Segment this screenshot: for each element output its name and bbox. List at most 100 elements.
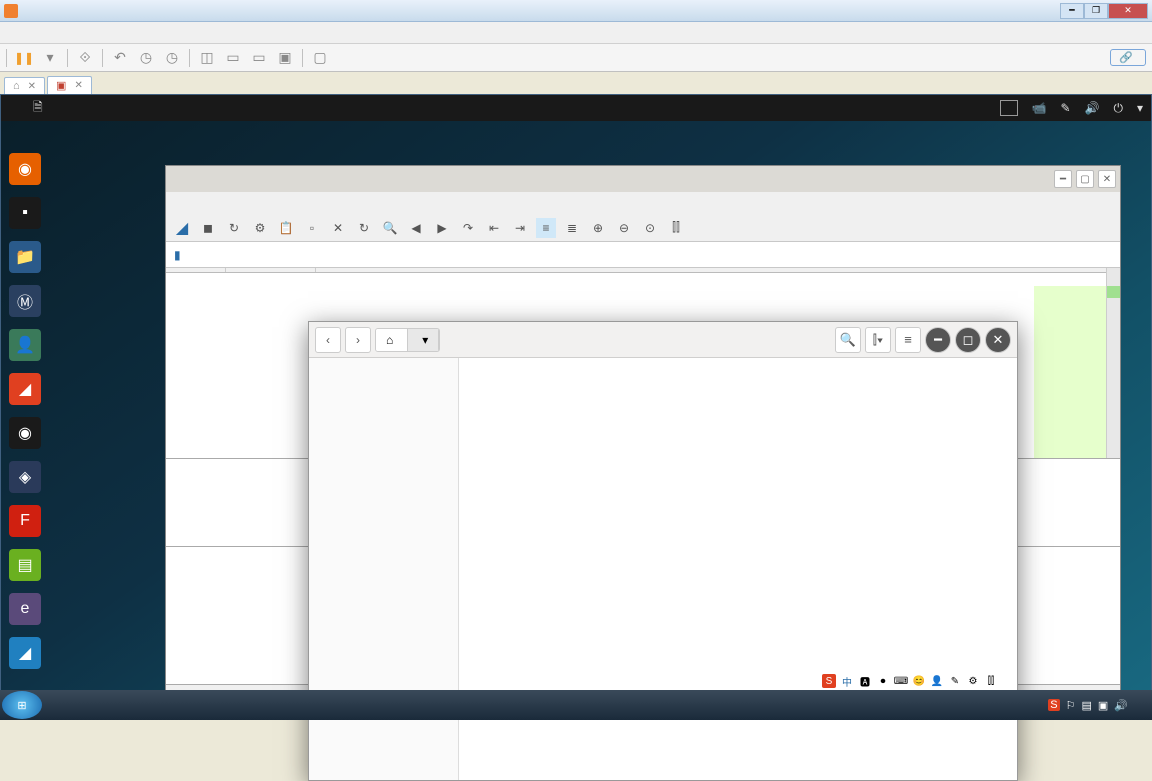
vmware-toolbar: ❚❚ ▾ ⟐ ↶ ◷ ◷ ◫ ▭ ▭ ▣ ▢ 🔗 [0,44,1152,72]
dock-zenmap-icon[interactable]: ◈ [9,461,41,493]
last-icon[interactable]: ⇥ [510,218,530,238]
back-icon[interactable]: ◀ [406,218,426,238]
unity-icon[interactable]: ▭ [224,49,242,67]
goto-icon[interactable]: ↷ [458,218,478,238]
forward-icon[interactable]: ▶ [432,218,452,238]
dock-ettercap-icon[interactable]: e [9,593,41,625]
colorize-icon[interactable]: ≣ [562,218,582,238]
breadcrumb-current[interactable]: ▾ [408,329,439,351]
autoscroll-icon[interactable]: ≡ [536,218,556,238]
dock-wireshark-icon[interactable]: ◢ [9,637,41,669]
shark-fin-icon[interactable]: ◢ [172,218,192,238]
zoom-out-icon[interactable]: ⊖ [614,218,634,238]
dock-armitage-icon[interactable]: 👤 [9,329,41,361]
power-icon[interactable]: ⏻ [1113,101,1123,116]
files-menu[interactable]: 🗎 [33,98,43,119]
desktop: ◉ ▪ 📁 Ⓜ 👤 ◢ ◉ ◈ F ▤ e ◢ ⋮⋮⋮ ━ ▢ ✕ [1,121,1151,698]
forward-button[interactable]: › [345,327,371,353]
sogou-tray-icon[interactable]: S [1048,699,1059,711]
dock-terminal-icon[interactable]: ▪ [9,197,41,229]
fm-close-button[interactable]: ✕ [985,327,1011,353]
maximize-button[interactable]: ❐ [1084,3,1108,19]
clock-icon[interactable]: ◷ [137,49,155,67]
safe-remove-icon[interactable]: ▣ [1098,699,1108,712]
console-icon[interactable]: ▭ [250,49,268,67]
clock2-icon[interactable]: ◷ [163,49,181,67]
save-icon[interactable]: ▫ [302,218,322,238]
first-icon[interactable]: ⇤ [484,218,504,238]
workspace-indicator[interactable] [1000,100,1018,116]
menu-button[interactable]: ≡ [895,327,921,353]
link-icon: 🔗 [1119,51,1133,64]
zoom-in-icon[interactable]: ⊕ [588,218,608,238]
ws-maximize-button[interactable]: ▢ [1076,170,1094,188]
updates-icon[interactable]: ⚐ [1066,699,1076,712]
home-icon: ⌂ [13,80,20,92]
dropdown-icon[interactable]: ▾ [1137,101,1143,115]
minimize-button[interactable]: ━ [1060,3,1084,19]
vm-icon: ▣ [56,79,66,92]
start-button[interactable]: ⊞ [2,691,42,719]
reload-icon[interactable]: ↻ [354,218,374,238]
tab-home[interactable]: ⌂ ✕ [4,77,45,94]
close-file-icon[interactable]: ✕ [328,218,348,238]
dock-leafpad-icon[interactable]: ▤ [9,549,41,581]
window-titlebar: ━ ❐ ✕ [0,0,1152,22]
fm-minimize-button[interactable]: ━ [925,327,951,353]
vm-tabstrip: ⌂ ✕ ▣ ✕ [0,72,1152,94]
tab-close-icon[interactable]: ✕ [74,80,82,91]
dock-obs-icon[interactable]: ◉ [9,417,41,449]
tab-kali[interactable]: ▣ ✕ [47,76,92,94]
vm-screen: 🗎 📹 ✎ 🔊 ⏻ ▾ ◉ ▪ 📁 Ⓜ 👤 ◢ ◉ ◈ F ▤ e ◢ ⋮⋮⋮ [0,94,1152,699]
sogou-lang-bar[interactable]: S 中🅰⏺⌨😊👤✎⚙⫿⫿ [822,672,998,690]
snapshot-icon[interactable]: ⟐ [76,49,94,67]
back-button[interactable]: ‹ [315,327,341,353]
wireshark-filter-bar: ▮ [166,242,1120,268]
dock-burp-icon[interactable]: ◢ [9,373,41,405]
zoom-reset-icon[interactable]: ⊙ [640,218,660,238]
revert-icon[interactable]: ↶ [111,49,129,67]
col-no[interactable] [166,268,226,272]
view-toggle-button[interactable]: ⫿▾ [865,327,891,353]
upload-tag[interactable]: 🔗 [1110,49,1146,66]
fullscreen-icon[interactable]: ▣ [276,49,294,67]
ws-minimize-button[interactable]: ━ [1054,170,1072,188]
ws-close-button[interactable]: ✕ [1098,170,1116,188]
search-button[interactable]: 🔍 [835,327,861,353]
sogou-icon: S [822,674,836,688]
close-button[interactable]: ✕ [1108,3,1148,19]
thumbnail-icon[interactable]: ▢ [311,49,329,67]
pause-icon[interactable]: ❚❚ [15,49,33,67]
stop-icon[interactable]: ◼ [198,218,218,238]
windows-taskbar: ⊞ S ⚐ ▤ ▣ 🔊 [0,690,1152,720]
wireshark-menubar [166,192,1120,214]
dock-firefox-icon[interactable]: ◉ [9,153,41,185]
restart-icon[interactable]: ↻ [224,218,244,238]
display-filter-input[interactable] [185,246,1094,264]
volume-icon[interactable]: 🔊 [1085,101,1100,115]
breadcrumb-home[interactable]: ⌂ [376,329,408,351]
system-tray[interactable]: S ⚐ ▤ ▣ 🔊 [1038,699,1150,712]
dock-flash-icon[interactable]: F [9,505,41,537]
camera-icon[interactable]: 📹 [1032,101,1047,115]
open-icon[interactable]: 📋 [276,218,296,238]
scrollbar[interactable] [1106,268,1120,458]
wireshark-toolbar: ◢ ◼ ↻ ⚙ 📋 ▫ ✕ ↻ 🔍 ◀ ▶ ↷ ⇤ ⇥ ≡ ≣ ⊕ ⊖ ⊙ ⫿⫿ [166,214,1120,242]
network-icon[interactable]: ▤ [1081,699,1091,712]
dock-files-icon[interactable]: 📁 [9,241,41,273]
find-icon[interactable]: 🔍 [380,218,400,238]
bookmark-icon[interactable]: ▮ [170,248,185,262]
volume-tray-icon[interactable]: 🔊 [1114,699,1128,712]
brush-icon[interactable]: ✎ [1060,101,1070,115]
tab-close-icon[interactable]: ✕ [28,81,36,92]
gnome-top-bar: 🗎 📹 ✎ 🔊 ⏻ ▾ [1,95,1151,121]
dock-metasploit-icon[interactable]: Ⓜ [9,285,41,317]
fm-maximize-button[interactable]: ◻ [955,327,981,353]
tile-icon[interactable]: ◫ [198,49,216,67]
dock: ◉ ▪ 📁 Ⓜ 👤 ◢ ◉ ◈ F ▤ e ◢ ⋮⋮⋮ [9,153,41,713]
vmware-menubar [0,22,1152,44]
col-time[interactable] [226,268,316,272]
toolbar-dropdown-icon[interactable]: ▾ [41,49,59,67]
resize-cols-icon[interactable]: ⫿⫿ [666,218,686,238]
options-icon[interactable]: ⚙ [250,218,270,238]
